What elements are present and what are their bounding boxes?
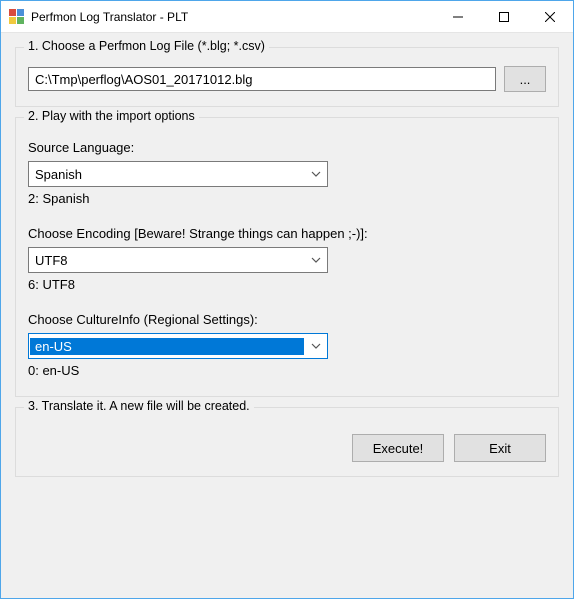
language-combobox[interactable]: Spanish (28, 161, 328, 187)
minimize-button[interactable] (435, 1, 481, 33)
app-icon (9, 9, 25, 25)
step3-legend: 3. Translate it. A new file will be crea… (24, 399, 254, 413)
file-row: ... (28, 66, 546, 92)
culture-info: 0: en-US (28, 363, 546, 378)
step2-legend: 2. Play with the import options (24, 109, 199, 123)
step1-legend: 1. Choose a Perfmon Log File (*.blg; *.c… (24, 39, 269, 53)
exit-button[interactable]: Exit (454, 434, 546, 462)
titlebar: Perfmon Log Translator - PLT (1, 1, 573, 33)
client-area: 1. Choose a Perfmon Log File (*.blg; *.c… (1, 33, 573, 598)
step3-group: 3. Translate it. A new file will be crea… (15, 407, 559, 477)
window-controls (435, 1, 573, 32)
maximize-button[interactable] (481, 1, 527, 33)
encoding-combobox[interactable]: UTF8 (28, 247, 328, 273)
encoding-label: Choose Encoding [Beware! Strange things … (28, 226, 546, 241)
step1-group: 1. Choose a Perfmon Log File (*.blg; *.c… (15, 47, 559, 107)
culture-combobox[interactable]: en-US (28, 333, 328, 359)
language-info: 2: Spanish (28, 191, 546, 206)
execute-button[interactable]: Execute! (352, 434, 444, 462)
step2-group: 2. Play with the import options Source L… (15, 117, 559, 397)
chevron-down-icon (305, 334, 327, 358)
close-button[interactable] (527, 1, 573, 33)
language-label: Source Language: (28, 140, 546, 155)
browse-button[interactable]: ... (504, 66, 546, 92)
button-row: Execute! Exit (28, 434, 546, 462)
filepath-input[interactable] (28, 67, 496, 91)
language-value: Spanish (29, 167, 305, 182)
encoding-value: UTF8 (29, 253, 305, 268)
culture-value: en-US (30, 338, 304, 355)
culture-label: Choose CultureInfo (Regional Settings): (28, 312, 546, 327)
main-window: Perfmon Log Translator - PLT 1. Choose a… (0, 0, 574, 599)
chevron-down-icon (305, 248, 327, 272)
encoding-info: 6: UTF8 (28, 277, 546, 292)
chevron-down-icon (305, 162, 327, 186)
window-title: Perfmon Log Translator - PLT (31, 10, 435, 24)
